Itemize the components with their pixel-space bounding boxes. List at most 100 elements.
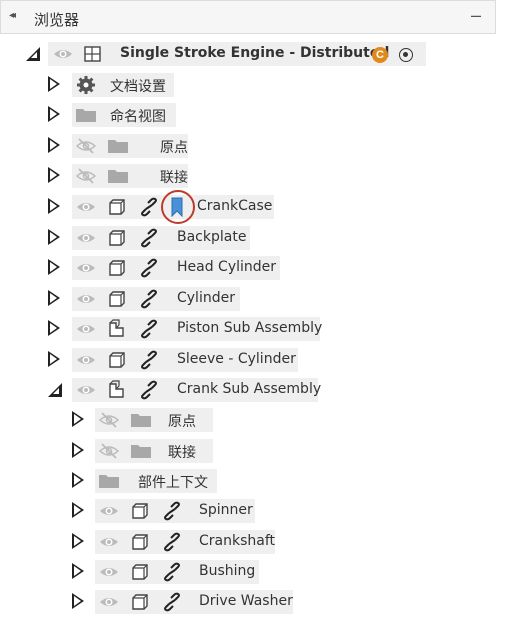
- tree-root-row[interactable]: Single Stroke Engine - Distributed C: [0, 40, 496, 68]
- expand-arrow-icon[interactable]: [72, 502, 84, 518]
- expand-arrow-icon[interactable]: [48, 167, 60, 183]
- tree-row[interactable]: 原点: [0, 132, 496, 160]
- expand-arrow-icon[interactable]: [72, 442, 84, 458]
- tree-row[interactable]: 部件上下文: [0, 467, 496, 495]
- body-icon: [129, 501, 151, 521]
- tree-row[interactable]: Crankshaft: [0, 528, 496, 556]
- tree-row[interactable]: 联接: [0, 437, 496, 465]
- link-icon: [138, 319, 160, 339]
- tree-item-label: 文档设置: [110, 79, 166, 95]
- visibility-eye-icon[interactable]: [98, 532, 120, 552]
- tree-row[interactable]: 文档设置: [0, 71, 496, 99]
- expand-arrow-icon[interactable]: [48, 106, 60, 122]
- tree-item-label: Backplate: [177, 229, 247, 245]
- body-icon: [129, 562, 151, 582]
- link-icon: [138, 197, 160, 217]
- assembly-icon: [106, 380, 128, 400]
- tree-item-label: 联接: [168, 445, 196, 461]
- hidden-eye-icon[interactable]: [75, 166, 97, 186]
- body-icon: [106, 228, 128, 248]
- visibility-eye-icon[interactable]: [75, 380, 97, 400]
- tree-item-label: 命名视图: [110, 109, 166, 125]
- collapse-arrow-icon[interactable]: [48, 383, 62, 397]
- minimize-panel-button[interactable]: –: [471, 5, 481, 26]
- visibility-eye-icon[interactable]: [98, 501, 120, 521]
- expand-arrow-icon[interactable]: [72, 563, 84, 579]
- expand-arrow-icon[interactable]: [48, 320, 60, 336]
- body-icon: [129, 592, 151, 612]
- tree-row[interactable]: Cylinder: [0, 285, 496, 313]
- link-icon: [138, 350, 160, 370]
- visibility-eye-icon[interactable]: [75, 228, 97, 248]
- visibility-eye-icon[interactable]: [98, 592, 120, 612]
- link-icon: [161, 592, 183, 612]
- visibility-eye-icon[interactable]: [75, 289, 97, 309]
- tree-row[interactable]: Bushing: [0, 558, 496, 586]
- link-icon: [161, 501, 183, 521]
- tree-item-label: 联接: [160, 170, 188, 186]
- gear-icon: [75, 75, 97, 95]
- hidden-eye-icon[interactable]: [98, 410, 120, 430]
- expand-arrow-icon[interactable]: [48, 351, 60, 367]
- folder-icon: [130, 410, 152, 430]
- tree-row[interactable]: Head Cylinder: [0, 254, 496, 282]
- expand-arrow-icon[interactable]: [48, 259, 60, 275]
- tree-row[interactable]: Sleeve - Cylinder: [0, 346, 496, 374]
- activate-badge-icon[interactable]: C: [372, 47, 388, 63]
- tree-item-label: Spinner: [199, 502, 253, 518]
- tree-item-label: Piston Sub Assembly: [177, 320, 323, 336]
- hidden-eye-icon[interactable]: [75, 136, 97, 156]
- expand-arrow-icon[interactable]: [48, 137, 60, 153]
- tree-item-label: Cylinder: [177, 290, 235, 306]
- body-icon: [106, 350, 128, 370]
- folder-icon: [98, 471, 120, 491]
- folder-icon: [130, 441, 152, 461]
- visibility-eye-icon[interactable]: [75, 319, 97, 339]
- link-icon: [138, 228, 160, 248]
- tree-row[interactable]: Spinner: [0, 497, 496, 525]
- tree-row[interactable]: Crank Sub Assembly: [0, 376, 496, 404]
- component-icon: [82, 44, 104, 64]
- folder-icon: [107, 136, 129, 156]
- body-icon: [106, 197, 128, 217]
- visibility-eye-icon[interactable]: [75, 258, 97, 278]
- link-icon: [138, 289, 160, 309]
- tree-row[interactable]: Backplate: [0, 224, 496, 252]
- link-icon: [161, 532, 183, 552]
- expand-arrow-icon[interactable]: [48, 198, 60, 214]
- expand-arrow-icon[interactable]: [72, 472, 84, 488]
- tree-row[interactable]: Drive Washer: [0, 588, 496, 616]
- body-icon: [106, 258, 128, 278]
- assembly-icon: [106, 319, 128, 339]
- tree-row[interactable]: 联接: [0, 162, 496, 190]
- tree-item-label: CrankCase: [197, 198, 273, 214]
- activate-radio-icon[interactable]: [399, 48, 413, 62]
- tree-item-label: Head Cylinder: [177, 259, 277, 275]
- tree-row[interactable]: 原点: [0, 406, 496, 434]
- folder-icon: [75, 105, 97, 125]
- link-icon: [161, 562, 183, 582]
- tree-item-label: 原点: [160, 140, 188, 156]
- expand-arrow-icon[interactable]: [48, 290, 60, 306]
- tree-row[interactable]: CrankCase: [0, 190, 496, 224]
- visibility-eye-icon[interactable]: [75, 350, 97, 370]
- expand-arrow-icon[interactable]: [72, 411, 84, 427]
- expand-arrow-icon[interactable]: [72, 533, 84, 549]
- hidden-eye-icon[interactable]: [98, 441, 120, 461]
- tree-row[interactable]: Piston Sub Assembly: [0, 315, 496, 343]
- tree-item-label: Crank Sub Assembly: [177, 381, 322, 397]
- link-icon: [138, 380, 160, 400]
- browser-panel-header: ◂◂ 浏览器 –: [0, 0, 496, 34]
- expand-arrow-icon[interactable]: [48, 229, 60, 245]
- collapse-panel-icon[interactable]: ◂◂: [9, 10, 16, 21]
- link-icon: [138, 258, 160, 278]
- bookmark-icon: [166, 197, 188, 217]
- tree-row[interactable]: 命名视图: [0, 101, 496, 129]
- expand-arrow-icon[interactable]: [72, 593, 84, 609]
- expand-arrow-icon[interactable]: [48, 76, 60, 92]
- collapse-arrow-icon[interactable]: [26, 47, 40, 61]
- tree-item-label: Bushing: [199, 563, 256, 579]
- visibility-eye-icon[interactable]: [75, 197, 97, 217]
- visibility-eye-icon[interactable]: [52, 44, 74, 64]
- visibility-eye-icon[interactable]: [98, 562, 120, 582]
